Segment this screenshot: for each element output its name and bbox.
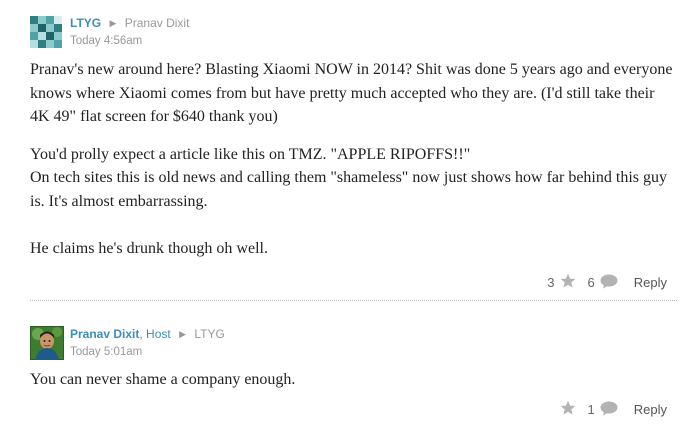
divider	[30, 300, 677, 301]
comment-header: LTYG ▶ Pranav Dixit	[70, 15, 189, 32]
comment-body: Pranav's new around here? Blasting Xiaom…	[30, 58, 677, 275]
comment-paragraph: You can never shame a company enough.	[30, 371, 296, 388]
avatar[interactable]	[29, 325, 65, 361]
comment-header: Pranav Dixit, Host ▶ LTYG	[70, 326, 225, 343]
star-icon[interactable]	[560, 273, 576, 292]
right-arrow-icon: ▶	[179, 329, 186, 339]
comment-paragraph: He claims he's drunk though oh well.	[30, 240, 268, 257]
timestamp[interactable]: Today 5:01am	[70, 346, 142, 358]
author-link[interactable]: Pranav Dixit	[70, 327, 139, 341]
comment-bubble-icon[interactable]	[600, 401, 618, 419]
avatar[interactable]	[30, 16, 62, 48]
comment-bubble-icon[interactable]	[600, 274, 618, 292]
reply-to-link[interactable]: Pranav Dixit	[125, 16, 190, 30]
timestamp[interactable]: Today 4:56am	[70, 35, 142, 47]
comment: Pranav Dixit, Host ▶ LTYG Today 5:01am Y…	[0, 316, 697, 424]
comment-actions: 1 Reply	[560, 400, 667, 419]
comment-paragraph: You'd prolly expect a article like this …	[30, 145, 667, 210]
reply-count: 1	[587, 402, 595, 417]
reply-button[interactable]: Reply	[634, 402, 667, 417]
reply-count: 6	[587, 275, 595, 290]
comment-paragraph: Pranav's new around here? Blasting Xiaom…	[30, 61, 673, 125]
comment: LTYG ▶ Pranav Dixit Today 4:56am Pranav'…	[0, 0, 697, 301]
author-role: , Host	[139, 327, 171, 341]
star-icon[interactable]	[560, 400, 576, 419]
author-link[interactable]: LTYG	[70, 16, 101, 30]
right-arrow-icon: ▶	[109, 18, 117, 28]
reply-button[interactable]: Reply	[634, 275, 667, 290]
like-count: 3	[547, 275, 555, 290]
reply-to-link[interactable]: LTYG	[194, 327, 224, 341]
comment-actions: 3 6 Reply	[547, 273, 667, 292]
